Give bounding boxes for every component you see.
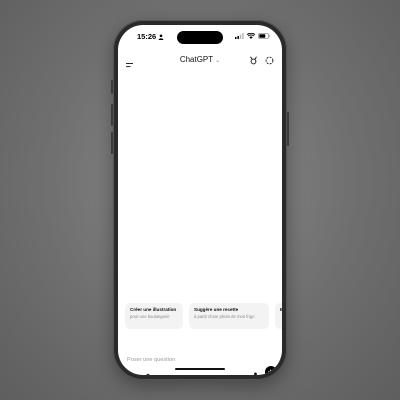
plus-icon <box>129 373 131 375</box>
status-indicators <box>235 33 270 39</box>
suggestion-title: Créer une illustration <box>130 307 177 312</box>
gpt-icon[interactable] <box>249 56 258 65</box>
page-title: ChatGPT <box>179 55 214 64</box>
message-composer: Poser une question <box>118 350 282 375</box>
tools-button[interactable] <box>142 368 151 375</box>
cellular-signal-icon <box>235 33 244 39</box>
phone-frame: 15:26 ChatGPT ⌄ Créer une illustration p… <box>111 20 289 380</box>
message-input[interactable]: Poser une question <box>127 357 175 363</box>
clock: 15:26 <box>137 32 157 41</box>
power-button <box>287 112 289 146</box>
chevron-down-icon: ⌄ <box>215 58 221 64</box>
new-chat-icon[interactable] <box>265 56 274 65</box>
suggestion-subtitle: à partir d'une photo de mon frigo <box>194 314 255 319</box>
suggestion-title: Suggère une recette <box>194 307 239 312</box>
wifi-icon <box>247 33 255 39</box>
battery-icon <box>258 33 270 39</box>
suggestion-chip[interactable]: E <box>275 303 282 329</box>
dictation-button[interactable] <box>252 368 260 375</box>
voice-mode-icon <box>267 369 274 375</box>
suggestion-chip[interactable]: Créer une illustration pour une boulange… <box>125 303 183 329</box>
voice-mode-button[interactable] <box>265 366 277 375</box>
person-icon <box>158 34 164 40</box>
chat-header: ChatGPT ⌄ <box>118 53 282 69</box>
status-time: 15:26 <box>137 32 164 41</box>
attach-button[interactable] <box>126 368 135 375</box>
volume-down-button <box>111 132 113 154</box>
tune-icon <box>146 373 150 375</box>
header-actions <box>249 56 274 65</box>
home-indicator[interactable] <box>175 367 225 370</box>
mic-icon <box>254 372 257 375</box>
dynamic-island <box>177 31 223 44</box>
suggestion-subtitle: pour une boulangerie <box>130 314 170 319</box>
suggestion-title: E <box>280 307 282 312</box>
status-bar: 15:26 <box>118 31 282 44</box>
action-button <box>111 80 113 94</box>
screen: 15:26 ChatGPT ⌄ Créer une illustration p… <box>118 25 282 375</box>
suggestion-chip[interactable]: Suggère une recette à partir d'une photo… <box>189 303 269 329</box>
volume-up-button <box>111 104 113 126</box>
suggestion-list: Créer une illustration pour une boulange… <box>125 303 282 329</box>
